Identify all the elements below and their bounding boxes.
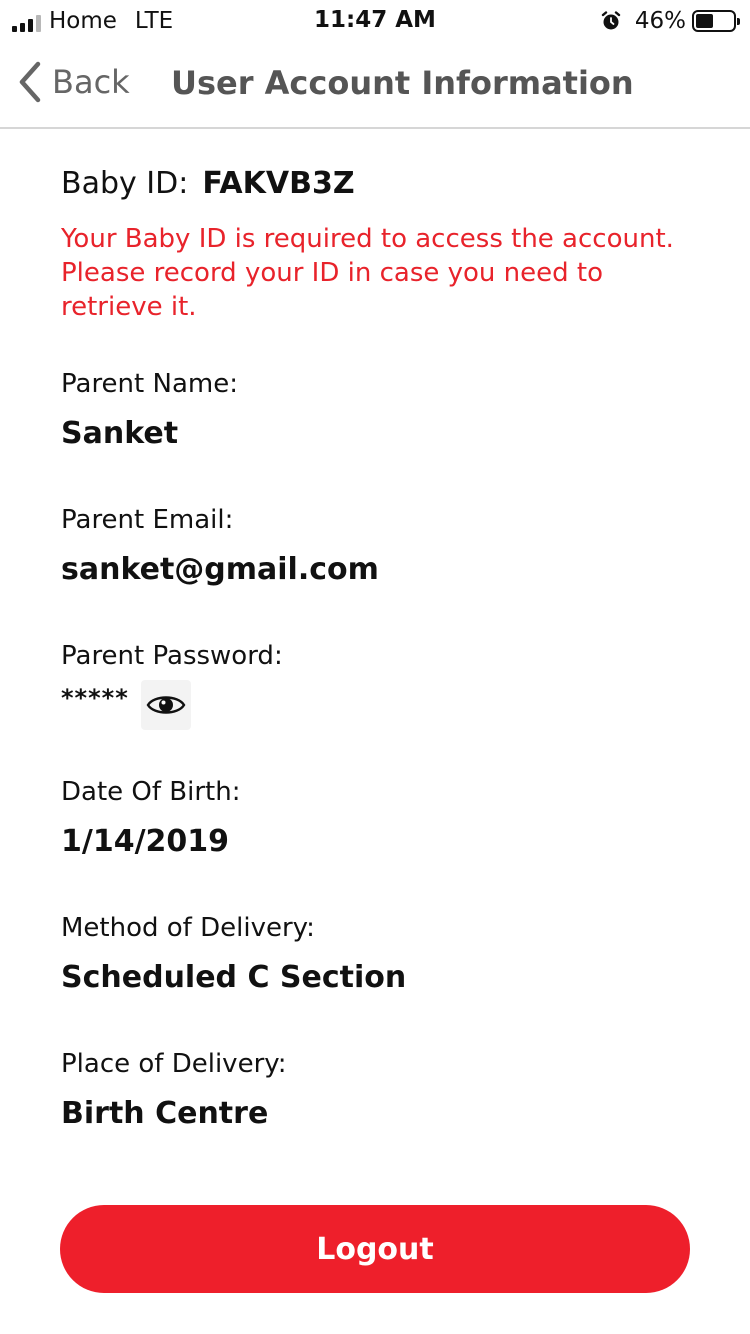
eye-icon [146, 696, 186, 714]
baby-id-row: Baby ID: FAKVB3Z [61, 166, 701, 210]
show-password-button[interactable] [140, 680, 191, 730]
date-of-birth-field: Date Of Birth: 1/14/2019 [61, 774, 701, 862]
method-of-delivery-field: Method of Delivery: Scheduled C Section [61, 910, 701, 998]
chevron-left-icon [19, 61, 41, 103]
back-button[interactable]: Back [16, 60, 130, 104]
parent-password-label: Parent Password: [61, 641, 283, 671]
battery-fill [696, 14, 713, 28]
status-bar: Home LTE 11:47 AM 46% [0, 0, 750, 42]
logout-button[interactable]: Logout [60, 1205, 690, 1293]
place-of-delivery-label: Place of Delivery: [61, 1049, 287, 1079]
parent-password-field: Parent Password: ***** [61, 638, 701, 730]
parent-email-field: Parent Email: sanket@gmail.com [61, 502, 701, 590]
date-of-birth-value: 1/14/2019 [61, 824, 230, 859]
method-of-delivery-label: Method of Delivery: [61, 913, 315, 943]
parent-name-value: Sanket [61, 416, 179, 451]
place-of-delivery-value: Birth Centre [61, 1096, 269, 1131]
baby-id-section: Baby ID: FAKVB3Z Your Baby ID is require… [61, 166, 701, 324]
baby-id-value: FAKVB3Z [202, 166, 355, 201]
status-right: 46% [601, 8, 740, 34]
baby-id-label: Baby ID: [61, 166, 189, 201]
navigation-bar: Back User Account Information [0, 42, 750, 129]
password-row: ***** [61, 680, 701, 730]
parent-email-label: Parent Email: [61, 505, 234, 535]
place-of-delivery-field: Place of Delivery: Birth Centre [61, 1046, 701, 1134]
parent-name-label: Parent Name: [61, 369, 238, 399]
method-of-delivery-value: Scheduled C Section [61, 960, 407, 995]
battery-percent: 46% [634, 8, 686, 34]
date-of-birth-label: Date Of Birth: [61, 777, 241, 807]
logout-label: Logout [316, 1231, 434, 1267]
battery-icon [692, 10, 740, 32]
parent-name-field: Parent Name: Sanket [61, 366, 701, 454]
parent-email-value: sanket@gmail.com [61, 552, 379, 587]
parent-password-value: ***** [61, 684, 129, 712]
back-label: Back [52, 63, 130, 101]
baby-id-notice: Your Baby ID is required to access the a… [61, 224, 674, 322]
page-title: User Account Information [171, 64, 634, 102]
alarm-icon [601, 11, 621, 30]
